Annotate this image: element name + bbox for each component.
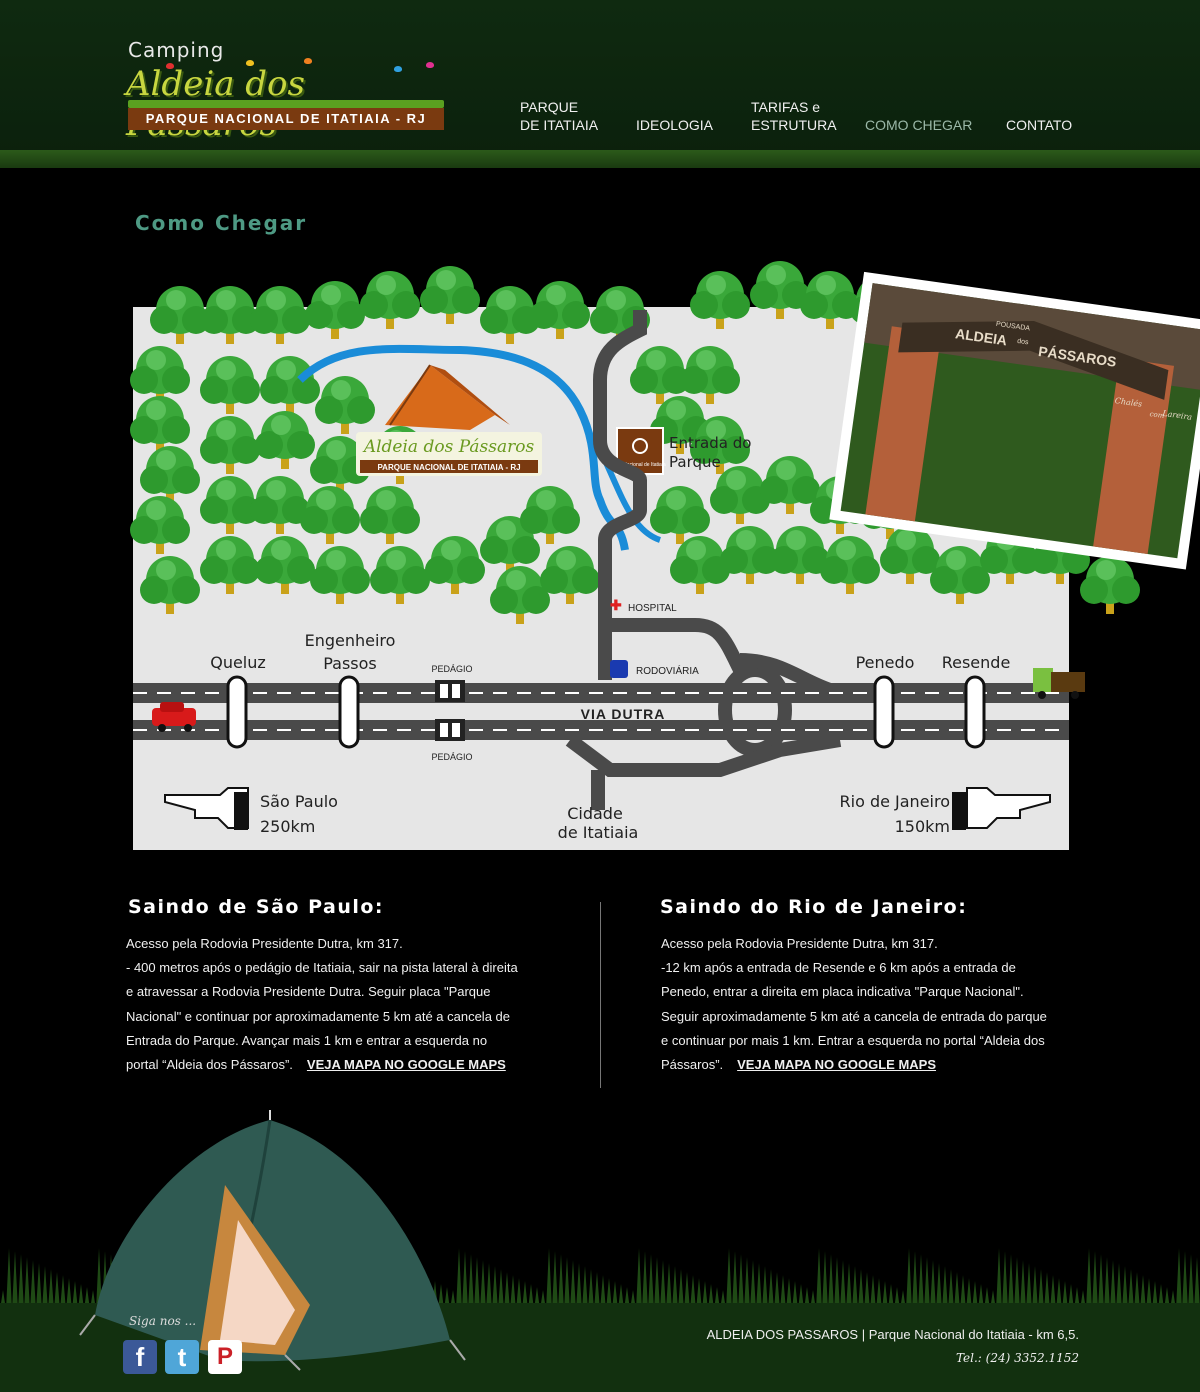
twitter-icon[interactable]: t: [165, 1340, 199, 1374]
toll-booth-icon: [435, 719, 465, 741]
city-post-marker: [226, 675, 248, 749]
direction-line: -12 km após a entrada de Resende e 6 km …: [661, 960, 1016, 976]
column-divider: [600, 902, 601, 1088]
page-title: Como Chegar: [135, 211, 308, 235]
city-post-marker: [964, 675, 986, 749]
nav-item-ideologia[interactable]: IDEOLOGIA: [636, 116, 713, 134]
hospital-icon: ✚: [610, 597, 622, 613]
resende-label: Resende: [942, 653, 1011, 672]
bus-icon: [610, 660, 628, 678]
nav-line: CONTATO: [1006, 117, 1073, 133]
bird-icon: [246, 60, 254, 66]
direction-line: Nacional" e continuar por aproximadament…: [126, 1008, 511, 1024]
footer-address: ALDEIA DOS PASSAROS | Parque Nacional do…: [706, 1327, 1079, 1342]
facebook-icon[interactable]: f: [123, 1340, 157, 1374]
direction-line: e continuar por mais 1 km. Entrar a esqu…: [661, 1032, 1045, 1048]
direction-line: Acesso pela Rodovia Presidente Dutra, km…: [661, 936, 938, 951]
footer-phone: Tel.: (24) 3352.1152: [955, 1351, 1079, 1365]
nav-item-contato[interactable]: CONTATO: [1006, 116, 1072, 134]
sao-paulo-distance: 250km: [260, 817, 315, 836]
direction-line: e atravessar a Rodovia Presidente Dutra.…: [126, 984, 491, 1000]
rio-label: Rio de Janeiro: [840, 792, 951, 811]
nav-line: TARIFAS e: [751, 99, 820, 115]
park-entrance-label: Entrada do: [669, 434, 751, 452]
bird-icon: [166, 63, 174, 69]
pinterest-icon[interactable]: P: [208, 1340, 242, 1374]
map-logo: Aldeia dos Pássaros PARQUE NACIONAL DE I…: [356, 432, 542, 476]
city-post-marker: [338, 675, 360, 749]
cidade-label: de Itatiaia: [558, 823, 639, 842]
bird-icon: [426, 62, 434, 68]
main-nav: PARQUE DE ITATIAIA IDEOLOGIA TARIFAS e E…: [520, 98, 1100, 138]
engenheiro-label: Engenheiro: [305, 631, 396, 650]
header-stripe: [0, 150, 1200, 168]
nav-line: PARQUE: [520, 99, 579, 115]
sao-paulo-label: São Paulo: [260, 792, 338, 811]
direction-line: Seguir aproximadamente 5 km até a cancel…: [661, 1008, 1047, 1024]
engenheiro-label: Passos: [323, 654, 377, 673]
directions-map: Aldeia dos Pássaros PARQUE NACIONAL DE I…: [130, 261, 1200, 850]
nav-item-como-chegar[interactable]: COMO CHEGAR: [865, 116, 972, 134]
google-maps-link[interactable]: VEJA MAPA NO GOOGLE MAPS: [307, 1057, 506, 1072]
cidade-label: Cidade: [567, 804, 623, 823]
park-entrance-label: Parque: [669, 453, 721, 471]
bird-icon: [394, 66, 402, 72]
nav-item-tarifas[interactable]: TARIFAS e ESTRUTURA: [751, 98, 837, 134]
map-logo-subtitle: PARQUE NACIONAL DE ITATIAIA - RJ: [377, 463, 520, 472]
nav-line: DE ITATIAIA: [520, 117, 599, 133]
twitter-glyph: t: [177, 1342, 187, 1372]
queluz-label: Queluz: [210, 653, 266, 672]
nav-line: IDEOLOGIA: [636, 117, 714, 133]
direction-line: portal “Aldeia dos Pássaros”.: [126, 1057, 293, 1073]
bird-icon: [304, 58, 312, 64]
direction-line: - 400 metros após o pedágio de Itatiaia,…: [126, 960, 518, 976]
nav-item-parque[interactable]: PARQUE DE ITATIAIA: [520, 98, 598, 134]
google-maps-link[interactable]: VEJA MAPA NO GOOGLE MAPS: [737, 1057, 936, 1072]
logo-camping-text: Camping: [128, 38, 225, 62]
logo-subtitle: PARQUE NACIONAL DE ITATIAIA - RJ: [128, 108, 444, 130]
rj-directions-text: Acesso pela Rodovia Presidente Dutra, km…: [661, 932, 1101, 1077]
nav-line: COMO CHEGAR: [865, 117, 973, 133]
hospital-label: HOSPITAL: [628, 603, 677, 614]
sp-directions-text: Acesso pela Rodovia Presidente Dutra, km…: [126, 932, 566, 1077]
site-logo[interactable]: Camping Aldeia dos Pássaros PARQUE NACIO…: [126, 38, 446, 144]
site-header: Camping Aldeia dos Pássaros PARQUE NACIO…: [0, 0, 1200, 168]
portal-photo: POUSADA ALDEIA dos PÁSSAROS Chalés com L…: [829, 271, 1200, 570]
follow-us-label: Siga nos ...: [129, 1314, 197, 1328]
pinterest-glyph: P: [216, 1343, 233, 1370]
map-logo-name: Aldeia dos Pássaros: [362, 437, 535, 457]
direction-line: Penedo, entrar a direita em placa indica…: [661, 984, 1024, 1000]
nav-line: ESTRUTURA: [751, 117, 837, 133]
toll-booth-icon: [435, 680, 465, 702]
logo-grass: [128, 100, 444, 108]
facebook-glyph: f: [135, 1342, 145, 1372]
pedagio-label: PEDÁGIO: [431, 752, 472, 762]
sp-directions-title: Saindo de São Paulo:: [128, 896, 385, 918]
rj-directions-title: Saindo do Rio de Janeiro:: [660, 896, 968, 918]
penedo-label: Penedo: [856, 653, 915, 672]
city-post-marker: [873, 675, 895, 749]
pedagio-label: PEDÁGIO: [431, 664, 472, 674]
rodoviaria-label: RODOVIÁRIA: [636, 664, 699, 677]
direction-line: Acesso pela Rodovia Presidente Dutra, km…: [126, 936, 403, 951]
direction-line: Entrada do Parque. Avançar mais 1 km e e…: [126, 1032, 488, 1048]
direction-line: Pássaros”.: [661, 1057, 724, 1073]
via-dutra-label: VIA DUTRA: [581, 706, 666, 722]
rio-distance: 150km: [895, 817, 950, 836]
